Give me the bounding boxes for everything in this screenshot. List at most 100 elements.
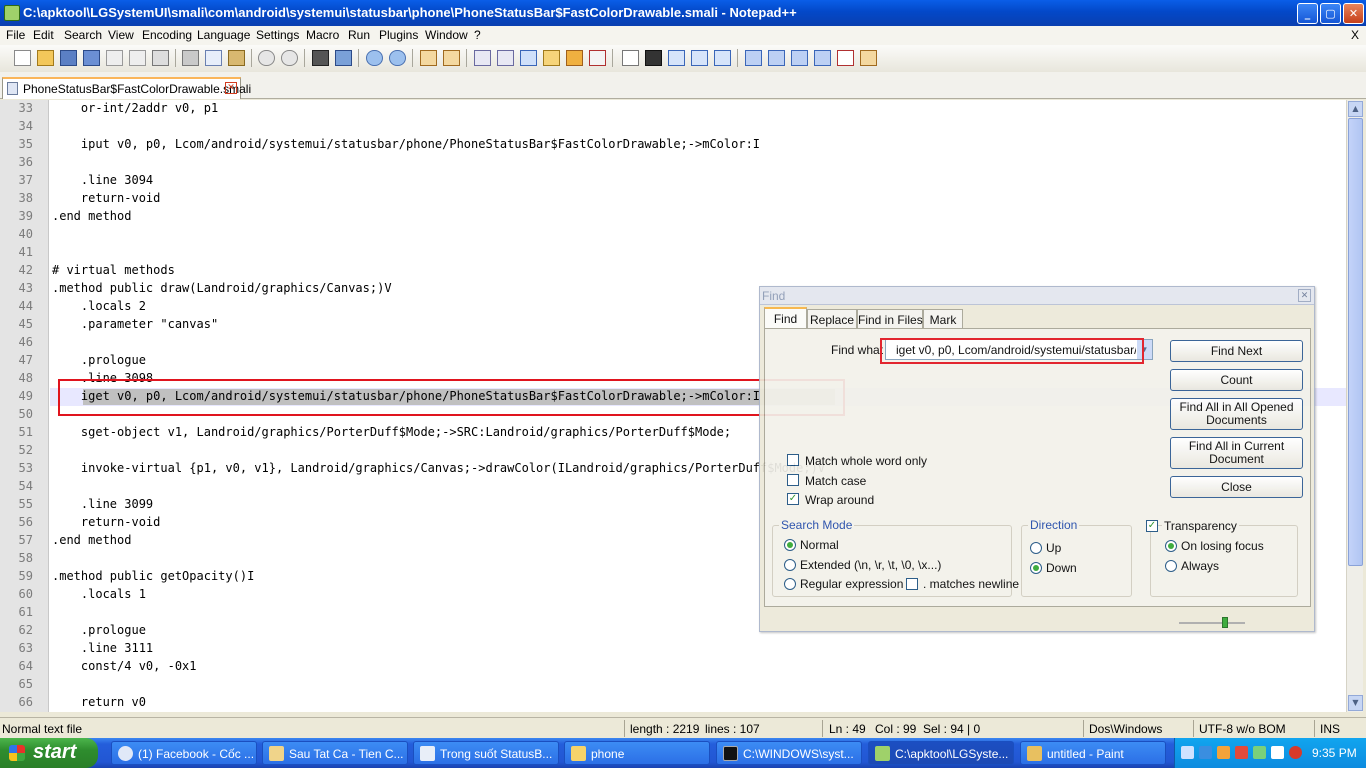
function-list-icon[interactable]: [589, 50, 606, 66]
find-next-button[interactable]: Find Next: [1170, 340, 1303, 362]
arrow-up-icon[interactable]: [768, 50, 785, 66]
status-lines: lines : 107: [705, 722, 760, 736]
scroll-down-icon[interactable]: ▼: [1348, 695, 1363, 711]
doc-map-icon[interactable]: [566, 50, 583, 66]
word-wrap-icon[interactable]: [474, 50, 491, 66]
find-icon[interactable]: [312, 50, 329, 66]
task-cmd[interactable]: C:\WINDOWS\syst...: [716, 741, 862, 765]
close-button[interactable]: ✕: [1343, 3, 1364, 24]
menu-window[interactable]: Window: [425, 28, 468, 42]
spell-check-icon[interactable]: [837, 50, 854, 66]
transparency-slider-knob[interactable]: [1222, 617, 1228, 628]
sync-vertical-icon[interactable]: [420, 50, 437, 66]
tab-find-in-files[interactable]: Find in Files: [857, 309, 923, 328]
transparency-checkbox[interactable]: ✓: [1146, 520, 1158, 532]
tray-security-icon[interactable]: [1235, 746, 1248, 759]
print-icon[interactable]: [152, 50, 169, 66]
radio-up[interactable]: [1030, 542, 1042, 554]
run-macro-multiple-icon[interactable]: [691, 50, 708, 66]
task-notepadpp[interactable]: C:\apktool\LGSyste...: [868, 741, 1014, 765]
scroll-thumb[interactable]: [1348, 118, 1363, 566]
menu-plugins[interactable]: Plugins: [379, 28, 418, 42]
close-all-icon[interactable]: [129, 50, 146, 66]
expand-icon[interactable]: [814, 50, 831, 66]
tab-close-icon[interactable]: ✕: [225, 82, 237, 94]
stop-macro-icon[interactable]: [645, 50, 662, 66]
maximize-button[interactable]: ▢: [1320, 3, 1341, 24]
radio-on-losing-focus[interactable]: [1165, 540, 1177, 552]
tab-phonestatusbar-smali[interactable]: PhoneStatusBar$FastColorDrawable.smali ✕: [2, 77, 251, 99]
menu-edit[interactable]: Edit: [33, 28, 54, 42]
menu-search[interactable]: Search: [64, 28, 102, 42]
indent-guide-icon[interactable]: [520, 50, 537, 66]
copy-icon[interactable]: [205, 50, 222, 66]
start-button[interactable]: start: [0, 738, 98, 768]
replace-icon[interactable]: [335, 50, 352, 66]
menu-help[interactable]: ?: [474, 28, 481, 42]
minimize-button[interactable]: _: [1297, 3, 1318, 24]
find-all-current-button[interactable]: Find All in Current Document: [1170, 437, 1303, 469]
transparency-slider[interactable]: [1179, 617, 1245, 628]
save-all-icon[interactable]: [83, 50, 100, 66]
task-trong-suot[interactable]: Trong suốt StatusB...: [413, 741, 559, 765]
zoom-in-icon[interactable]: [366, 50, 383, 66]
tray-app-icon[interactable]: [1217, 746, 1230, 759]
close-document-icon[interactable]: X: [1351, 28, 1359, 42]
find-dialog[interactable]: Find ✕ Find Replace Find in Files Mark F…: [759, 286, 1315, 632]
radio-regex[interactable]: [784, 578, 796, 590]
task-sau-tat-ca[interactable]: Sau Tat Ca - Tien C...: [262, 741, 408, 765]
radio-always[interactable]: [1165, 560, 1177, 572]
save-icon[interactable]: [60, 50, 77, 66]
tray-arrow-icon[interactable]: [1181, 746, 1194, 759]
radio-down[interactable]: [1030, 562, 1042, 574]
new-file-icon[interactable]: [14, 50, 31, 66]
record-macro-icon[interactable]: [622, 50, 639, 66]
matches-newline-checkbox[interactable]: [906, 578, 918, 590]
count-button[interactable]: Count: [1170, 369, 1303, 391]
plugin-icon[interactable]: [860, 50, 877, 66]
task-phone-folder[interactable]: phone: [564, 741, 710, 765]
vertical-scrollbar[interactable]: ▲ ▼: [1346, 100, 1363, 712]
find-all-opened-button[interactable]: Find All in All Opened Documents: [1170, 398, 1303, 430]
save-macro-icon[interactable]: [714, 50, 731, 66]
radio-normal[interactable]: [784, 539, 796, 551]
tray-network-icon[interactable]: [1199, 746, 1212, 759]
task-facebook[interactable]: (1) Facebook - Cốc ...: [111, 741, 257, 765]
show-all-chars-icon[interactable]: [497, 50, 514, 66]
match-whole-word-checkbox[interactable]: [787, 454, 799, 466]
tray-update-icon[interactable]: [1253, 746, 1266, 759]
task-paint[interactable]: untitled - Paint: [1020, 741, 1166, 765]
menu-language[interactable]: Language: [197, 28, 250, 42]
user-language-icon[interactable]: [543, 50, 560, 66]
wrap-around-checkbox[interactable]: ✓: [787, 493, 799, 505]
find-dialog-close-icon[interactable]: ✕: [1298, 289, 1311, 302]
tray-volume-icon[interactable]: [1271, 746, 1284, 759]
find-dialog-titlebar[interactable]: Find ✕: [760, 287, 1314, 305]
menu-settings[interactable]: Settings: [256, 28, 299, 42]
play-macro-icon[interactable]: [668, 50, 685, 66]
tab-find[interactable]: Find: [764, 307, 807, 329]
tab-replace[interactable]: Replace: [807, 309, 857, 328]
match-case-checkbox[interactable]: [787, 474, 799, 486]
menu-encoding[interactable]: Encoding: [142, 28, 192, 42]
menu-macro[interactable]: Macro: [306, 28, 339, 42]
open-file-icon[interactable]: [37, 50, 54, 66]
menu-file[interactable]: File: [6, 28, 25, 42]
collapse-icon[interactable]: [745, 50, 762, 66]
close-dialog-button[interactable]: Close: [1170, 476, 1303, 498]
zoom-out-icon[interactable]: [389, 50, 406, 66]
arrow-down-icon[interactable]: [791, 50, 808, 66]
scroll-up-icon[interactable]: ▲: [1348, 101, 1363, 117]
close-file-icon[interactable]: [106, 50, 123, 66]
radio-extended[interactable]: [784, 559, 796, 571]
undo-icon[interactable]: [258, 50, 275, 66]
code-line: .line 3099: [52, 497, 154, 511]
tray-antivirus-icon[interactable]: [1289, 746, 1302, 759]
sync-horizontal-icon[interactable]: [443, 50, 460, 66]
redo-icon[interactable]: [281, 50, 298, 66]
paste-icon[interactable]: [228, 50, 245, 66]
tab-mark[interactable]: Mark: [923, 309, 963, 328]
menu-run[interactable]: Run: [348, 28, 370, 42]
menu-view[interactable]: View: [108, 28, 134, 42]
cut-icon[interactable]: [182, 50, 199, 66]
